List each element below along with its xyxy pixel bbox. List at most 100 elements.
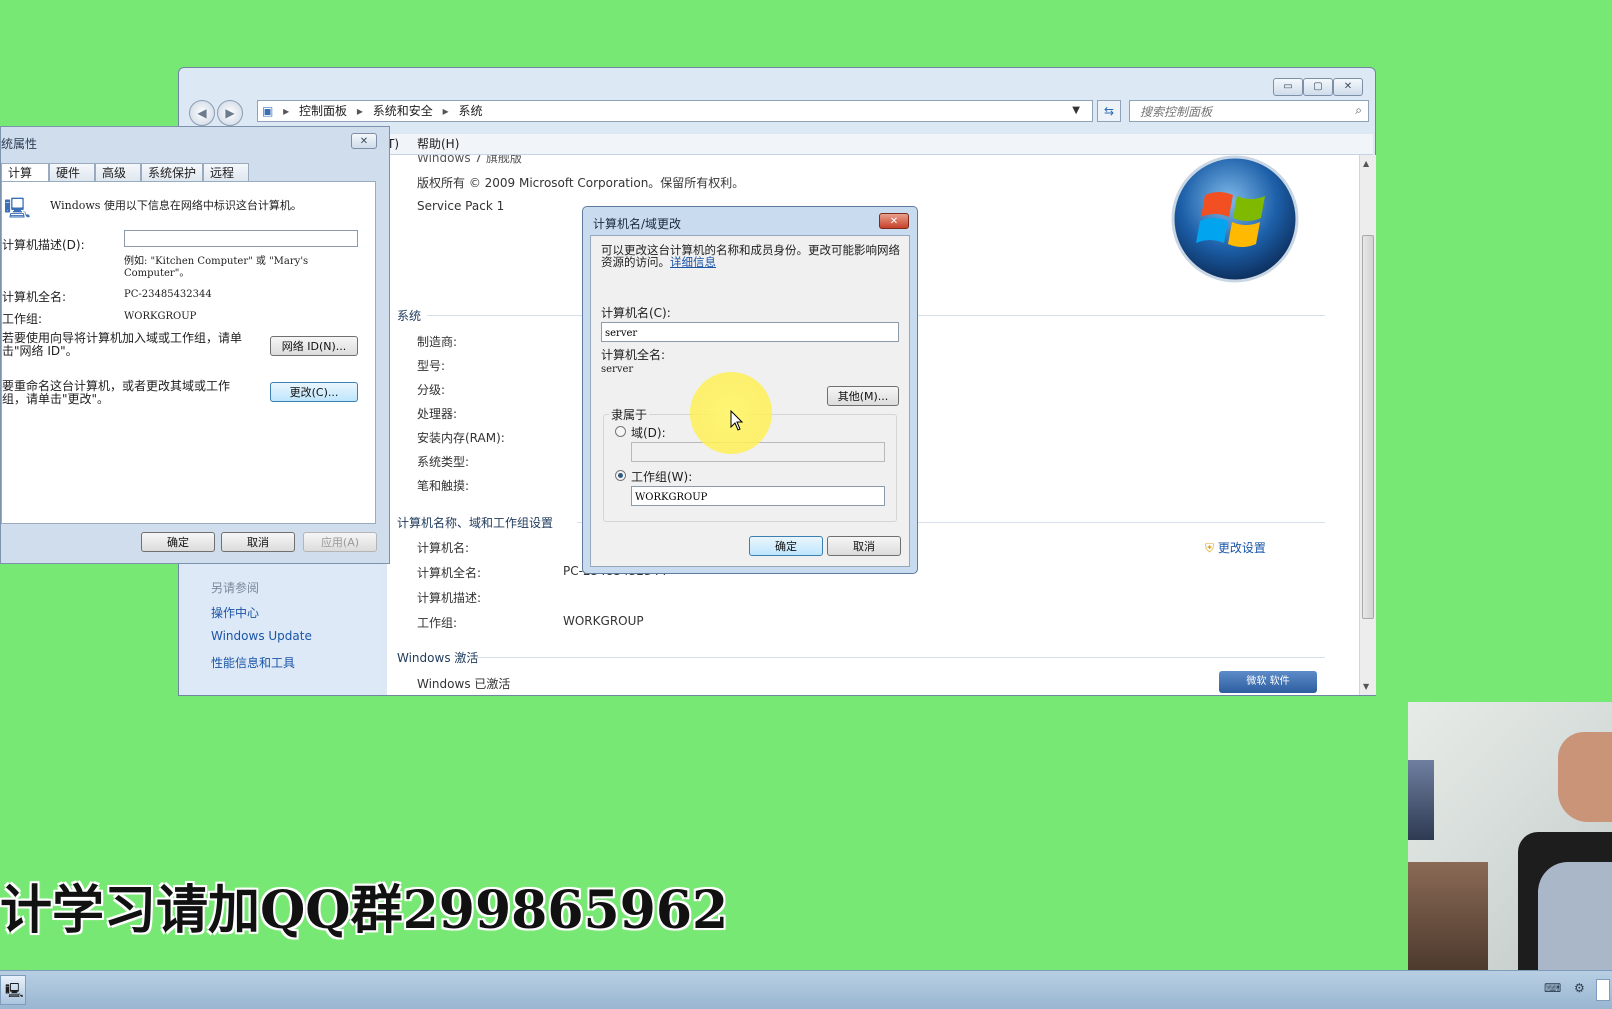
intro-text: 可以更改这台计算机的名称和成员身份。更改可能影响网络资源的访问。详细信息 (601, 244, 901, 268)
refresh-icon: ⇆ (1103, 104, 1115, 118)
workgroup-label: 工作组(W): (631, 470, 693, 484)
taskbar-app-button[interactable]: 🖳 (0, 975, 26, 1005)
close-icon: ✕ (1343, 81, 1353, 92)
close-button[interactable]: ✕ (879, 213, 909, 229)
label-workgroup: 工作组: (417, 616, 458, 630)
label-ram: 安装内存(RAM): (417, 431, 505, 445)
workgroup-input[interactable] (631, 486, 885, 506)
label-computer-name: 计算机名: (417, 541, 470, 555)
computer-icon: 🖳 (5, 983, 24, 999)
breadcrumb-system[interactable]: 系统 (458, 104, 482, 118)
scroll-thumb[interactable] (1362, 235, 1374, 619)
intro-sentence: 可以更改这台计算机的名称和成员身份。更改可能影响网络资源的访问。 (601, 243, 900, 269)
label-computer-description: 计算机描述: (417, 591, 482, 605)
search-icon[interactable]: ⌕ (1355, 103, 1362, 118)
breadcrumb-security[interactable]: 系统和安全 (373, 104, 433, 118)
menu-help[interactable]: 帮助(H) (417, 134, 459, 154)
dialog-title: 计算机名/域更改 (593, 217, 682, 231)
search-box[interactable]: ⌕ (1129, 100, 1369, 122)
dialog-title: 统属性 (1, 137, 38, 151)
control-panel-icon: ▣ (262, 104, 274, 118)
description-input[interactable] (124, 230, 358, 247)
genuine-microsoft-badge[interactable]: 微软 软件 (1219, 671, 1317, 693)
maximize-button[interactable]: ▢ (1303, 78, 1333, 96)
computer-section-title: 计算机名称、域和工作组设置 (397, 516, 554, 530)
computer-name-label: 计算机名(C): (601, 306, 671, 320)
close-icon: ✕ (889, 216, 899, 227)
dropdown-arrow-icon[interactable]: ▼ (1072, 101, 1080, 121)
cancel-button[interactable]: 取消 (827, 536, 901, 556)
apply-button[interactable]: 应用(A) (303, 532, 377, 552)
system-section-title: 系统 (397, 309, 422, 323)
label-pen-touch: 笔和触摸: (417, 479, 470, 493)
domain-radio[interactable] (615, 426, 626, 437)
close-button[interactable]: ✕ (1333, 78, 1363, 96)
refresh-button[interactable]: ⇆ (1097, 100, 1121, 122)
tab-hardware[interactable]: 硬件 (49, 163, 95, 182)
cancel-button[interactable]: 取消 (221, 532, 295, 552)
scroll-down-icon[interactable]: ▼ (1363, 682, 1369, 691)
fullname-label: 计算机全名: (2, 290, 67, 304)
computer-icon: 🖳 (4, 196, 31, 220)
person-shirt (1538, 862, 1612, 970)
label-computer-fullname: 计算机全名: (417, 566, 482, 580)
back-arrow-icon: ◀ (197, 106, 207, 120)
close-button[interactable]: ✕ (351, 133, 377, 149)
windows-edition: Windows 7 旗舰版 (417, 155, 522, 165)
vertical-scrollbar[interactable]: ▲ ▼ (1359, 155, 1376, 695)
address-bar[interactable]: ▣ ▸ 控制面板 ▸ 系统和安全 ▸ 系统 ▼ (257, 100, 1093, 122)
breadcrumb-control-panel[interactable]: 控制面板 (299, 104, 347, 118)
copyright-text: 版权所有 © 2009 Microsoft Corporation。保留所有权利… (417, 176, 745, 190)
see-also-title: 另请参阅 (211, 581, 260, 595)
computer-name-input[interactable] (601, 322, 899, 342)
change-button[interactable]: 更改(C)... (270, 382, 358, 402)
tab-system-protection[interactable]: 系统保护 (141, 163, 203, 182)
ok-button[interactable]: 确定 (749, 536, 823, 556)
description-label: 计算机描述(D): (2, 238, 85, 252)
network-id-button[interactable]: 网络 ID(N)... (270, 336, 358, 356)
qq-group-banner: 计学习请加QQ群299865962 (0, 880, 729, 941)
keyboard-icon[interactable]: ⌨ (1544, 981, 1561, 995)
mouse-pointer-icon (730, 409, 744, 435)
label-manufacturer: 制造商: (417, 335, 458, 349)
windows-logo (1169, 155, 1303, 285)
link-windows-update[interactable]: Windows Update (211, 629, 312, 643)
network-id-text: 若要使用向导将计算机加入域或工作组，请单击"网络 ID"。 (2, 331, 243, 358)
wall-poster (1408, 760, 1434, 840)
tab-panel: 🖳 Windows 使用以下信息在网络中标识这台计算机。 计算机描述(D): 例… (1, 181, 376, 524)
more-button[interactable]: 其他(M)... (827, 386, 899, 406)
activation-status: Windows 已激活 (417, 677, 511, 691)
workgroup-label: 工作组: (2, 312, 43, 326)
label-model: 型号: (417, 359, 446, 373)
show-desktop-button[interactable] (1596, 979, 1610, 1001)
domain-label: 域(D): (631, 426, 666, 440)
tab-advanced[interactable]: 高级 (95, 163, 141, 182)
minimize-icon: ▭ (1283, 81, 1293, 92)
workgroup-radio[interactable] (615, 470, 626, 481)
forward-button[interactable]: ▶ (217, 100, 243, 126)
link-performance-tools[interactable]: 性能信息和工具 (211, 654, 295, 671)
fullname-value: PC-23485432344 (124, 289, 212, 300)
forward-arrow-icon: ▶ (225, 106, 235, 120)
fullname-label: 计算机全名: (601, 348, 666, 362)
search-input[interactable] (1138, 102, 1342, 122)
more-info-link[interactable]: 详细信息 (670, 255, 716, 269)
minimize-button[interactable]: ▭ (1273, 78, 1303, 96)
breadcrumb-separator-icon: ▸ (283, 104, 290, 118)
breadcrumb-separator-icon: ▸ (356, 104, 363, 118)
back-button[interactable]: ◀ (189, 100, 215, 126)
section-divider (477, 657, 1325, 658)
scroll-up-icon[interactable]: ▲ (1363, 159, 1369, 168)
network-icon[interactable]: ⚙ (1574, 981, 1585, 995)
change-settings-link[interactable]: ⛨ 更改设置 (1205, 539, 1266, 556)
tab-remote[interactable]: 远程 (203, 163, 249, 182)
link-action-center[interactable]: 操作中心 (211, 604, 259, 621)
tab-computer-name[interactable]: 计算机名 (1, 163, 49, 199)
ok-button[interactable]: 确定 (141, 532, 215, 552)
breadcrumb-separator-icon: ▸ (442, 104, 449, 118)
example-text: 例如: "Kitchen Computer" 或 "Mary's Compute… (124, 256, 309, 279)
label-system-type: 系统类型: (417, 455, 470, 469)
badge-label: 微软 软件 (1246, 676, 1290, 687)
activation-section-title: Windows 激活 (397, 651, 479, 665)
domain-input[interactable] (631, 442, 885, 462)
